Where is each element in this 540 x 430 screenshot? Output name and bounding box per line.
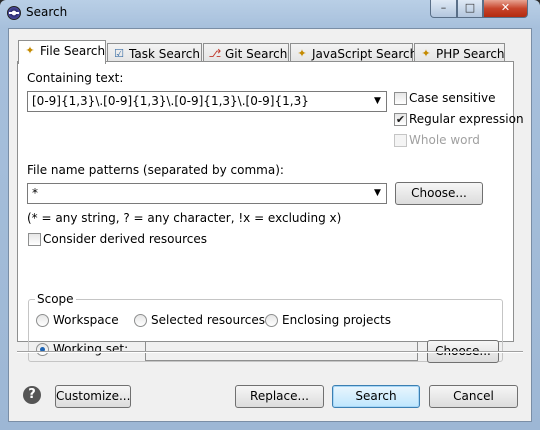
scope-title: Scope <box>35 292 76 306</box>
file-search-panel: Containing text: [0-9]{1,3}\.[0-9]{1,3}\… <box>17 61 524 363</box>
dropdown-arrow-icon[interactable]: ▼ <box>369 184 386 203</box>
customize-button[interactable]: Customize... <box>55 385 131 408</box>
file-search-icon: ✦ <box>25 44 35 57</box>
replace-button[interactable]: Replace... <box>235 385 324 408</box>
dropdown-arrow-icon[interactable]: ▼ <box>369 92 386 111</box>
task-search-icon: ☑ <box>114 47 124 60</box>
selected-resources-label[interactable]: Selected resources <box>151 313 265 327</box>
derived-resources-label[interactable]: Consider derived resources <box>43 232 207 246</box>
dialog-body: ✦ File Search ☑ Task Search ⎇ Git Search… <box>8 28 532 422</box>
tab-label: File Search <box>40 44 106 58</box>
working-set-label[interactable]: Working set: <box>53 342 128 356</box>
derived-resources-checkbox[interactable] <box>28 233 41 246</box>
enclosing-projects-radio[interactable] <box>265 314 278 327</box>
containing-text-value[interactable]: [0-9]{1,3}\.[0-9]{1,3}\.[0-9]{1,3}\.[0-9… <box>32 94 368 108</box>
containing-text-label: Containing text: <box>27 71 124 85</box>
search-button[interactable]: Search <box>332 385 420 408</box>
file-patterns-value[interactable]: * <box>32 186 368 200</box>
working-set-radio[interactable] <box>36 343 49 356</box>
selected-resources-radio[interactable] <box>134 314 147 327</box>
close-button[interactable]: ✕ <box>483 0 528 18</box>
regular-expression-label[interactable]: Regular expression <box>409 112 524 126</box>
window-title: Search <box>26 5 68 19</box>
file-patterns-combo[interactable]: * ▼ <box>27 183 387 204</box>
case-sensitive-label[interactable]: Case sensitive <box>409 91 496 105</box>
cancel-button[interactable]: Cancel <box>429 385 518 408</box>
eclipse-icon <box>7 6 21 20</box>
php-search-icon: ✦ <box>421 47 431 60</box>
tab-file-search[interactable]: ✦ File Search <box>18 40 106 64</box>
workspace-radio[interactable] <box>36 314 49 327</box>
patterns-hint: (* = any string, ? = any character, !x =… <box>27 211 342 225</box>
choose-patterns-button[interactable]: Choose... <box>395 182 483 205</box>
search-dialog: Search – □ ✕ ✦ File Search ☑ Task Search… <box>0 0 540 430</box>
git-search-icon: ⎇ <box>208 47 222 60</box>
title-bar[interactable]: Search – □ ✕ <box>0 0 540 28</box>
file-patterns-label: File name patterns (separated by comma): <box>27 163 284 177</box>
maximize-button[interactable]: □ <box>457 0 483 18</box>
workspace-label[interactable]: Workspace <box>53 313 119 327</box>
javascript-search-icon: ✦ <box>297 47 307 60</box>
containing-text-combo[interactable]: [0-9]{1,3}\.[0-9]{1,3}\.[0-9]{1,3}\.[0-9… <box>27 91 387 112</box>
help-icon[interactable]: ? <box>23 386 41 404</box>
separator <box>17 352 523 353</box>
case-sensitive-checkbox[interactable] <box>394 92 407 105</box>
whole-word-checkbox[interactable] <box>394 134 407 147</box>
regular-expression-checkbox[interactable]: ✔ <box>394 113 407 126</box>
whole-word-label[interactable]: Whole word <box>409 133 480 147</box>
enclosing-projects-label[interactable]: Enclosing projects <box>282 313 391 327</box>
minimize-button[interactable]: – <box>430 0 457 18</box>
